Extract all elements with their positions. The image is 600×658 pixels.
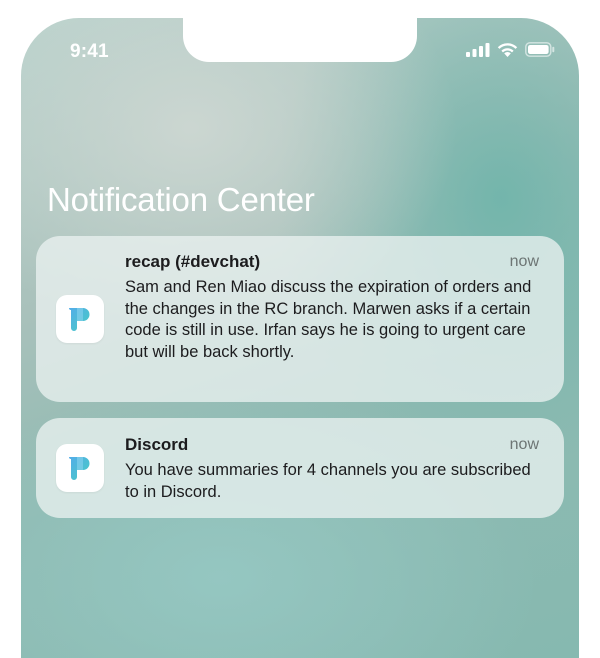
notification-card[interactable]: Discord now You have summaries for 4 cha… <box>36 418 564 518</box>
recap-app-icon <box>56 444 104 492</box>
page-title: Notification Center <box>47 181 315 218</box>
notification-body: You have summaries for 4 channels you ar… <box>125 461 531 501</box>
notification-body: Sam and Ren Miao discuss the expiration … <box>125 278 532 361</box>
notification-title: Discord <box>125 435 189 454</box>
status-bar-icons <box>466 42 555 57</box>
notification-card[interactable]: recap (#devchat) now Sam and Ren Miao di… <box>36 236 564 402</box>
recap-app-icon <box>56 295 104 343</box>
notification-time: now <box>509 436 539 453</box>
notification-title: recap (#devchat) <box>125 252 261 271</box>
phone-screen: 9:41 Notification Center recap (#devchat… <box>21 18 579 658</box>
battery-icon <box>525 42 555 57</box>
status-bar-time: 9:41 <box>70 41 109 62</box>
wifi-icon <box>497 42 518 57</box>
notification-time: now <box>509 253 539 270</box>
device-notch <box>183 18 417 62</box>
cellular-signal-icon <box>466 42 490 57</box>
